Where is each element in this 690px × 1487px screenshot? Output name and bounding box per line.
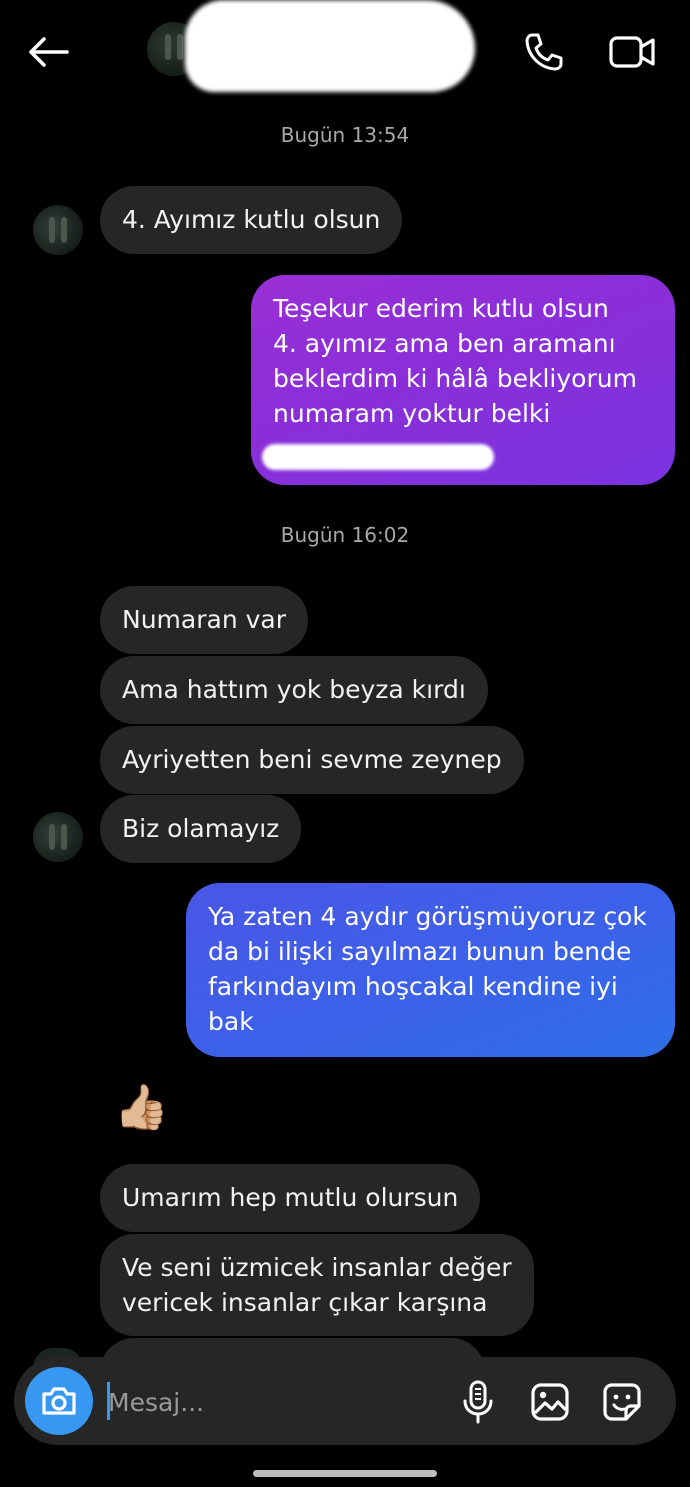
incoming-message[interactable]: Numaran var	[100, 586, 309, 654]
message-input[interactable]	[108, 1382, 438, 1422]
message-line: Teşekur ederim kutlu olsun	[273, 294, 609, 323]
message-line: Ve seni üzmicek insanlar değer	[122, 1253, 512, 1282]
video-call-button[interactable]	[606, 28, 658, 76]
incoming-message[interactable]: Ama hattım yok beyza kırdı	[100, 656, 488, 724]
message-line: farkındayım hoşcakal kendine iyi	[208, 972, 618, 1001]
sender-avatar[interactable]	[33, 205, 83, 255]
incoming-message[interactable]: Umarım hep mutlu olursun	[100, 1164, 481, 1232]
message-line: da bi ilişki sayılmazı bunun bende	[208, 937, 632, 966]
message-line: numaram yoktur belki	[273, 399, 551, 428]
incoming-message[interactable]: Ve seni üzmicek insanlar değer vericek i…	[100, 1234, 534, 1336]
outgoing-message[interactable]: Ya zaten 4 aydır görüşmüyoruz çok da bi …	[186, 883, 675, 1057]
sticker-button[interactable]	[598, 1378, 646, 1426]
message-line: Ya zaten 4 aydır görüşmüyoruz çok	[208, 902, 647, 931]
message-line: bak	[208, 1007, 254, 1036]
voice-call-button[interactable]	[520, 28, 568, 76]
sender-avatar[interactable]	[33, 812, 83, 862]
home-indicator[interactable]	[253, 1470, 437, 1477]
video-camera-icon	[609, 36, 655, 68]
incoming-message[interactable]: Biz olamayız	[100, 795, 302, 863]
camera-button[interactable]	[25, 1367, 93, 1435]
incoming-message[interactable]: 4. Ayımız kutlu olsun	[100, 186, 403, 254]
arrow-left-icon	[29, 37, 69, 67]
timestamp: Bugün 13:54	[280, 123, 410, 147]
microphone-icon	[463, 1380, 493, 1424]
image-icon	[531, 1383, 569, 1421]
message-line: 4. ayımız ama ben aramanı	[273, 329, 616, 358]
redacted-text	[262, 444, 494, 470]
message-line: vericek insanlar çıkar karşına	[122, 1288, 488, 1317]
text-cursor	[107, 1382, 110, 1420]
message-line: beklerdim ki hâlâ bekliyorum	[273, 364, 637, 393]
thumbs-up-message[interactable]: 👍🏼	[114, 1080, 169, 1136]
back-button[interactable]	[22, 30, 74, 74]
gallery-button[interactable]	[526, 1378, 574, 1426]
phone-icon	[525, 33, 563, 71]
redacted-contact-name	[185, 0, 475, 92]
timestamp: Bugün 16:02	[280, 523, 410, 547]
camera-icon	[42, 1387, 76, 1415]
incoming-message[interactable]: Ayriyetten beni sevme zeynep	[100, 726, 524, 794]
voice-message-button[interactable]	[454, 1378, 502, 1426]
sticker-icon	[603, 1383, 641, 1421]
